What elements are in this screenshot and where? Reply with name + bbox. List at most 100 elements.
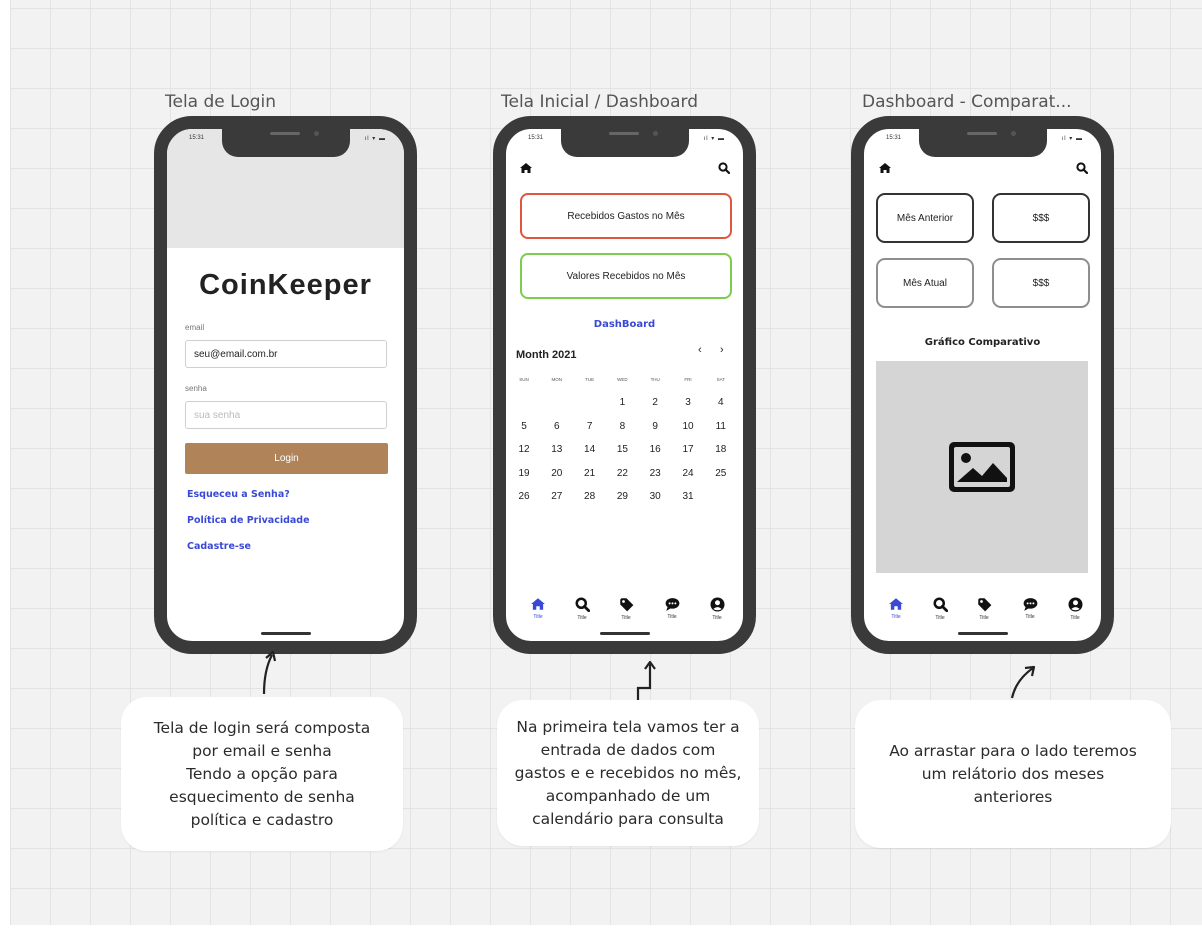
calendar-day[interactable]: 23: [639, 468, 671, 479]
calendar-day[interactable]: 12: [508, 444, 540, 455]
calendar-day[interactable]: 29: [606, 491, 638, 502]
calendar-day[interactable]: 2: [639, 397, 671, 408]
email-field[interactable]: [185, 340, 387, 368]
search-icon: [922, 597, 958, 612]
received-month-card[interactable]: Valores Recebidos no Mês: [520, 253, 732, 299]
home-icon[interactable]: [878, 162, 892, 174]
calendar-day[interactable]: 9: [639, 421, 671, 432]
arrow-icon: [1010, 665, 1036, 699]
calendar-day[interactable]: 26: [508, 491, 540, 502]
arrow-icon: [636, 660, 656, 702]
nav-item-label: Title: [1025, 614, 1035, 620]
calendar-day[interactable]: 14: [574, 444, 606, 455]
nav-item-user[interactable]: Title: [699, 597, 735, 621]
home-indicator: [599, 632, 650, 635]
user-icon: [1057, 597, 1093, 612]
comment-login: Tela de login será composta por email e …: [121, 697, 403, 851]
nav-item-chat[interactable]: Title: [654, 597, 690, 620]
nav-item-tag[interactable]: Title: [608, 597, 644, 621]
home-indicator: [957, 632, 1008, 635]
calendar-day[interactable]: 22: [606, 468, 638, 479]
calendar-day[interactable]: 5: [508, 421, 540, 432]
home-icon: [878, 597, 914, 611]
status-icons: ıl ▾ ▬: [703, 136, 725, 142]
frame-title-login: Tela de Login: [165, 92, 277, 112]
calendar-day[interactable]: 28: [574, 491, 606, 502]
calendar-weekday: WED: [617, 377, 628, 382]
calendar-day[interactable]: 11: [705, 421, 737, 432]
calendar-weekday: MON: [551, 377, 563, 382]
status-icons: ıl ▾ ▬: [364, 136, 386, 142]
home-indicator: [260, 632, 311, 635]
calendar-day[interactable]: 20: [541, 468, 573, 479]
spent-month-card[interactable]: Recebidos Gastos no Mês: [520, 193, 732, 239]
calendar-month-label: Month 2021: [516, 349, 577, 361]
calendar-day[interactable]: 30: [639, 491, 671, 502]
image-placeholder-icon: [949, 442, 1015, 492]
nav-item-chat[interactable]: Title: [1012, 597, 1048, 620]
nav-item-search[interactable]: Title: [564, 597, 600, 621]
calendar-day[interactable]: 6: [541, 421, 573, 432]
phone-notch: [221, 129, 350, 157]
nav-item-label: Title: [667, 614, 677, 620]
calendar-day[interactable]: 27: [541, 491, 573, 502]
nav-item-search[interactable]: Title: [922, 597, 958, 621]
chart-title: Gráfico Comparativo: [924, 337, 1041, 348]
calendar-day[interactable]: 7: [574, 421, 606, 432]
calendar-day[interactable]: 16: [639, 444, 671, 455]
calendar-day[interactable]: 31: [672, 491, 704, 502]
calendar-next-button[interactable]: ›: [720, 344, 724, 356]
nav-item-label: Title: [533, 614, 543, 620]
calendar-day[interactable]: 18: [705, 444, 737, 455]
nav-item-label: Title: [577, 615, 587, 621]
previous-month-value[interactable]: $$$: [992, 193, 1090, 243]
forgot-password-link[interactable]: Esqueceu a Senha?: [187, 489, 290, 500]
comment-comparativo: Ao arrastar para o lado teremos um relát…: [855, 700, 1171, 848]
dashboard-link[interactable]: DashBoard: [506, 319, 743, 330]
frame-title-comparativo: Dashboard - Comparat...: [862, 92, 1072, 112]
calendar-day[interactable]: 15: [606, 444, 638, 455]
register-link[interactable]: Cadastre-se: [187, 541, 251, 552]
calendar-day[interactable]: 1: [606, 397, 638, 408]
phone-login: 15:31 ıl ▾ ▬ CoinKeeper email senha Logi…: [154, 116, 417, 654]
phone-dashboard: 15:31 ıl ▾ ▬ Recebidos Gastos no Mês Val…: [493, 116, 756, 654]
password-field[interactable]: [185, 401, 387, 429]
email-label: email: [185, 323, 205, 332]
search-icon[interactable]: [1076, 162, 1088, 174]
phone-notch: [918, 129, 1047, 157]
current-month-box[interactable]: Mês Atual: [876, 258, 974, 308]
nav-item-home[interactable]: Title: [520, 597, 556, 620]
calendar-day[interactable]: 24: [672, 468, 704, 479]
nav-item-tag[interactable]: Title: [966, 597, 1002, 621]
status-time: 15:31: [528, 135, 544, 141]
current-month-value[interactable]: $$$: [992, 258, 1090, 308]
calendar-prev-button[interactable]: ‹: [698, 344, 702, 356]
password-label: senha: [185, 384, 207, 393]
calendar-day[interactable]: 10: [672, 421, 704, 432]
previous-month-box[interactable]: Mês Anterior: [876, 193, 974, 243]
status-time: 15:31: [886, 135, 902, 141]
calendar-day[interactable]: 4: [705, 397, 737, 408]
status-icons: ıl ▾ ▬: [1061, 136, 1083, 142]
chat-icon: [654, 597, 690, 611]
nav-item-user[interactable]: Title: [1057, 597, 1093, 621]
calendar-day[interactable]: 13: [541, 444, 573, 455]
chat-icon: [1012, 597, 1048, 611]
calendar-day[interactable]: 17: [672, 444, 704, 455]
calendar-day[interactable]: 21: [574, 468, 606, 479]
calendar-day[interactable]: 19: [508, 468, 540, 479]
board-edge-bottom: [0, 925, 1202, 933]
nav-item-label: Title: [1070, 615, 1080, 621]
search-icon[interactable]: [718, 162, 730, 174]
calendar-day[interactable]: 3: [672, 397, 704, 408]
frame-title-dashboard: Tela Inicial / Dashboard: [501, 92, 698, 112]
nav-item-label: Title: [935, 615, 945, 621]
calendar-day[interactable]: 25: [705, 468, 737, 479]
home-icon[interactable]: [519, 162, 533, 174]
nav-item-home[interactable]: Title: [878, 597, 914, 620]
user-icon: [699, 597, 735, 612]
login-button[interactable]: Login: [185, 443, 388, 474]
calendar-day[interactable]: 8: [606, 421, 638, 432]
comparison-chart-placeholder: [876, 361, 1088, 573]
privacy-policy-link[interactable]: Política de Privacidade: [187, 515, 310, 526]
